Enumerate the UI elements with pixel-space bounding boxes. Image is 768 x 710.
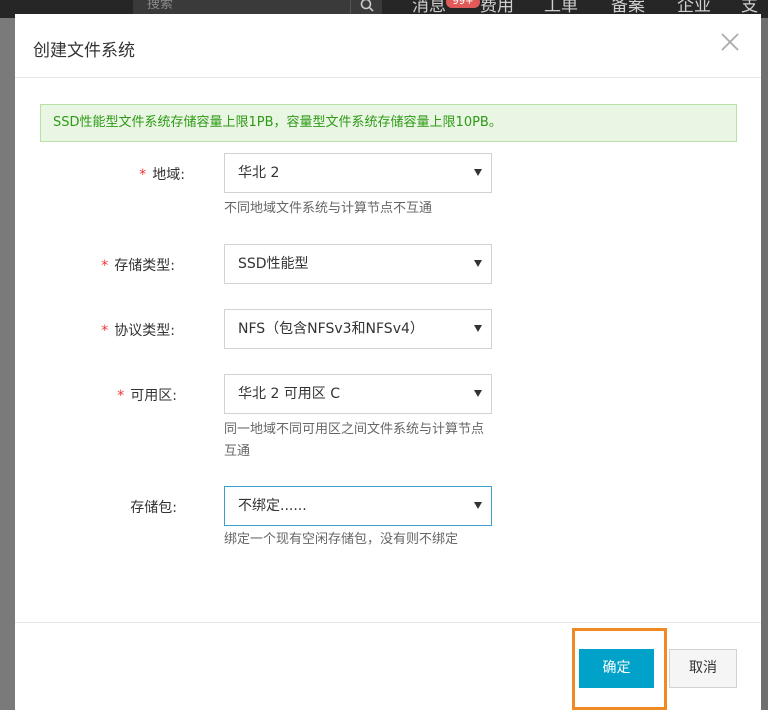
dropdown-caret-icon	[474, 390, 482, 397]
background-page	[760, 18, 768, 710]
storage-type-label: * 存储类型:	[5, 255, 175, 275]
zone-label: * 可用区:	[7, 385, 177, 405]
region-value: 华北 2	[238, 165, 280, 181]
region-select[interactable]: 华北 2	[224, 153, 492, 193]
storage-package-label: 存储包:	[7, 497, 177, 517]
zone-help: 同一地域不同可用区之间文件系统与计算节点互通	[224, 422, 485, 459]
storage-package-help: 绑定一个现有空闲存储包，没有则不绑定	[224, 532, 459, 547]
region-help: 不同地域文件系统与计算节点不互通	[224, 201, 433, 216]
dropdown-caret-icon	[474, 260, 482, 267]
capacity-notice: SSD性能型文件系统存储容量上限1PB，容量型文件系统存储容量上限10PB。	[40, 104, 737, 142]
zone-value: 华北 2 可用区 C	[238, 386, 341, 402]
zone-label-text: 可用区:	[130, 388, 177, 404]
storage-package-select[interactable]: 不绑定......	[224, 486, 492, 526]
protocol-type-label-text: 协议类型:	[114, 323, 175, 339]
storage-type-label-text: 存储类型:	[114, 258, 175, 274]
create-file-system-dialog: 创建文件系统 SSD性能型文件系统存储容量上限1PB，容量型文件系统存储容量上限…	[15, 14, 761, 710]
storage-package-label-text: 存储包:	[130, 500, 177, 516]
cancel-button[interactable]: 取消	[669, 649, 737, 688]
search-icon	[360, 0, 374, 12]
dropdown-caret-icon	[474, 325, 482, 332]
message-count-badge: 99+	[446, 0, 480, 8]
dialog-title: 创建文件系统	[33, 41, 135, 61]
storage-type-value: SSD性能型	[238, 256, 309, 272]
required-mark: *	[101, 323, 109, 339]
close-button[interactable]	[720, 32, 742, 54]
required-mark: *	[101, 258, 109, 274]
required-mark: *	[139, 167, 147, 183]
protocol-type-value: NFS（包含NFSv3和NFSv4）	[238, 321, 424, 337]
region-label: * 地域:	[15, 164, 185, 184]
protocol-type-label: * 协议类型:	[5, 320, 175, 340]
zone-select[interactable]: 华北 2 可用区 C	[224, 374, 492, 414]
storage-package-value: 不绑定......	[238, 498, 307, 514]
region-label-text: 地域:	[152, 167, 185, 183]
dialog-header: 创建文件系统	[15, 14, 761, 78]
dropdown-caret-icon	[474, 502, 482, 509]
storage-type-select[interactable]: SSD性能型	[224, 244, 492, 284]
close-icon	[721, 33, 739, 51]
confirm-button[interactable]: 确定	[579, 649, 654, 688]
protocol-type-select[interactable]: NFS（包含NFSv3和NFSv4）	[224, 309, 492, 349]
required-mark: *	[117, 388, 125, 404]
dropdown-caret-icon	[474, 169, 482, 176]
